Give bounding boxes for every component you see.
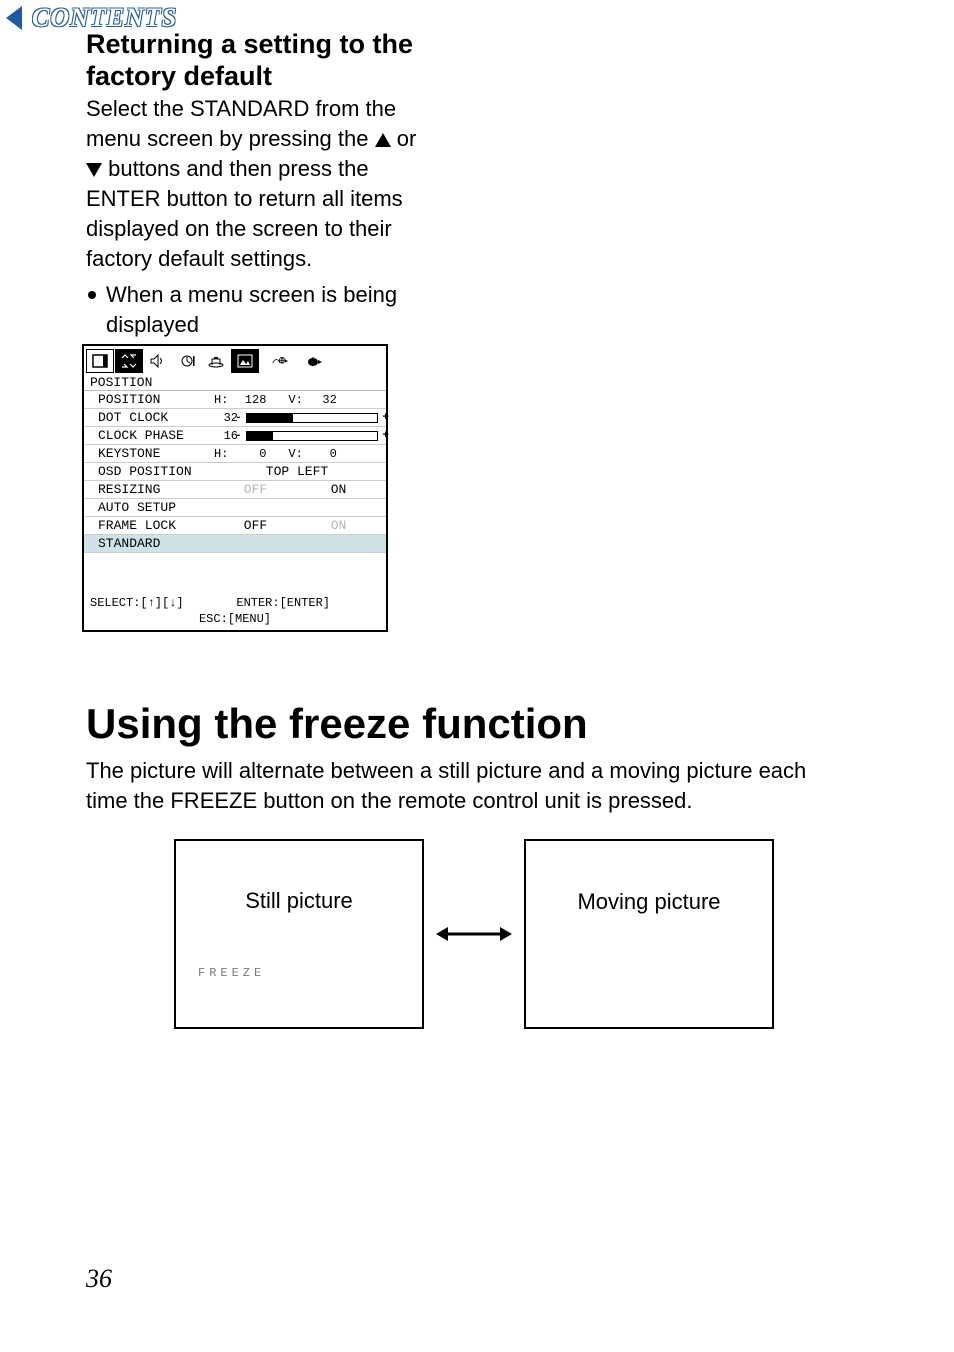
position-icon xyxy=(115,349,143,373)
section1-paragraph: Select the STANDARD from the menu screen… xyxy=(86,94,426,274)
down-arrow-icon xyxy=(86,163,102,177)
frame-lock-on: ON xyxy=(297,518,380,533)
row-auto-setup: AUTO SETUP xyxy=(84,499,386,517)
section2-heading: Using the freeze function xyxy=(86,700,876,748)
footer-enter: ENTER:[ENTER] xyxy=(210,596,380,610)
footer-select: SELECT:[↑][↓] xyxy=(90,596,210,610)
keystone-v-val: 0 xyxy=(309,447,337,461)
frame-lock-off-on: OFF ON xyxy=(214,518,380,533)
plus-icon: + xyxy=(382,430,389,442)
resizing-off: OFF xyxy=(214,482,297,497)
up-arrow-icon xyxy=(375,133,391,147)
osd-iconbar xyxy=(84,346,386,375)
input-icon xyxy=(86,349,114,373)
back-arrow-icon xyxy=(6,6,22,30)
osd-title: POSITION xyxy=(84,375,386,391)
page-number: 36 xyxy=(86,1264,112,1294)
option-icon xyxy=(301,349,329,373)
resizing-on: ON xyxy=(297,482,380,497)
position-v-label: V: xyxy=(288,393,302,407)
position-v-val: 32 xyxy=(309,393,337,407)
audio-icon xyxy=(144,349,172,373)
position-h-label: H: xyxy=(214,393,228,407)
slider-fill xyxy=(247,414,293,422)
bullet-dot-icon xyxy=(88,291,96,299)
dot-clock-slider: - + xyxy=(246,413,378,423)
section-returning-default: Returning a setting to the factory defau… xyxy=(86,28,426,340)
row-label: FRAME LOCK xyxy=(98,518,214,533)
resizing-off-on: OFF ON xyxy=(214,482,380,497)
section1-heading: Returning a setting to the factory defau… xyxy=(86,28,426,92)
plus-icon: + xyxy=(382,412,389,424)
keystone-h-label: H: xyxy=(214,447,228,461)
row-frame-lock: FRAME LOCK OFF ON xyxy=(84,517,386,535)
row-standard: STANDARD xyxy=(84,535,386,553)
keystone-v-label: V: xyxy=(288,447,302,461)
row-clock-phase: CLOCK PHASE 16 - + xyxy=(84,427,386,445)
para-before-up: Select the STANDARD from the menu screen… xyxy=(86,96,396,151)
clock-icon xyxy=(173,349,201,373)
section-freeze: Using the freeze function The picture wi… xyxy=(86,700,876,816)
para-between: or xyxy=(397,126,417,151)
row-label: OSD POSITION xyxy=(98,464,214,479)
lamp-icon xyxy=(202,349,230,373)
frame-lock-off: OFF xyxy=(214,518,297,533)
section2-paragraph: The picture will alternate between a sti… xyxy=(86,756,846,816)
bullet-item: When a menu screen is being displayed xyxy=(86,280,426,340)
still-picture-box: Still picture FREEZE xyxy=(174,839,424,1029)
slider-fill xyxy=(247,432,273,440)
row-label: CLOCK PHASE xyxy=(98,428,214,443)
row-position: POSITION H: 128 V: 32 xyxy=(84,391,386,409)
keystone-h-val: 0 xyxy=(234,447,266,461)
row-label: KEYSTONE xyxy=(98,446,214,461)
row-keystone: KEYSTONE H: 0 V: 0 xyxy=(84,445,386,463)
moving-picture-label: Moving picture xyxy=(577,889,720,915)
moving-picture-box: Moving picture xyxy=(524,839,774,1029)
para-after-down: buttons and then press the ENTER button … xyxy=(86,156,403,271)
row-label: POSITION xyxy=(98,392,214,407)
minus-icon: - xyxy=(235,430,242,442)
osd-menu: POSITION POSITION H: 128 V: 32 DOT CLOCK… xyxy=(82,344,388,632)
still-picture-label: Still picture xyxy=(245,888,353,914)
row-label: AUTO SETUP xyxy=(98,500,214,515)
freeze-marker: FREEZE xyxy=(198,966,265,980)
bullet-text: When a menu screen is being displayed xyxy=(106,280,426,340)
row-dot-clock: DOT CLOCK 32 - + xyxy=(84,409,386,427)
row-label: RESIZING xyxy=(98,482,214,497)
row-osd-position: OSD POSITION TOP LEFT xyxy=(84,463,386,481)
row-resizing: RESIZING OFF ON xyxy=(84,481,386,499)
row-label: DOT CLOCK xyxy=(98,410,214,425)
footer-esc: ESC:[MENU] xyxy=(90,612,380,626)
osd-rows: POSITION H: 128 V: 32 DOT CLOCK 32 - + xyxy=(84,391,386,553)
osd-position-value: TOP LEFT xyxy=(214,464,380,479)
minus-icon: - xyxy=(235,412,242,424)
osd-footer: SELECT:[↑][↓] ENTER:[ENTER] ESC:[MENU] xyxy=(84,596,386,626)
picture-icon xyxy=(231,349,259,373)
double-arrow-icon xyxy=(424,922,524,946)
row-label: STANDARD xyxy=(98,536,214,551)
position-h-val: 128 xyxy=(234,393,266,407)
clock-phase-slider: - + xyxy=(246,431,378,441)
language-icon xyxy=(260,349,300,373)
freeze-diagram: Still picture FREEZE Moving picture xyxy=(174,834,774,1034)
